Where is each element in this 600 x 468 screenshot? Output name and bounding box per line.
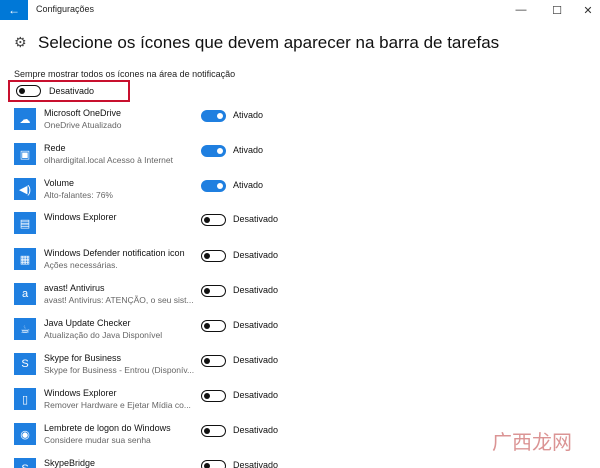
- item-desc: Alto-falantes: 76%: [44, 190, 113, 200]
- item-name: Volume: [44, 178, 75, 188]
- item-desc: Considere mudar sua senha: [44, 435, 151, 445]
- item-state: Desativado: [233, 460, 279, 468]
- item-toggle[interactable]: [201, 355, 226, 367]
- item-toggle[interactable]: [201, 320, 226, 332]
- minimize-icon[interactable]: —: [506, 0, 536, 20]
- item-name: Windows Explorer: [44, 212, 117, 222]
- item-toggle[interactable]: [201, 180, 226, 192]
- logon-reminder-icon: ◉: [14, 423, 36, 445]
- always-show-toggle[interactable]: [16, 85, 41, 97]
- item-name: Lembrete de logon do Windows: [44, 423, 171, 433]
- item-desc: olhardigital.local Acesso à Internet: [44, 155, 173, 165]
- item-state: Desativado: [233, 390, 279, 400]
- item-name: Rede: [44, 143, 66, 153]
- gear-icon: ⚙: [14, 34, 27, 50]
- list-item: a avast! Antivirus avast! Antivirus: ATE…: [14, 283, 574, 317]
- item-desc: Skype for Business - Entrou (Disponív...: [44, 365, 194, 375]
- item-toggle[interactable]: [201, 250, 226, 262]
- toggle-knob: [204, 427, 210, 434]
- item-desc: avast! Antivirus: ATENÇÃO, o seu sist...: [44, 295, 194, 305]
- item-state: Ativado: [233, 180, 264, 190]
- toggle-knob: [204, 357, 210, 364]
- toggle-knob: [204, 462, 210, 468]
- list-item: ▤ Windows Explorer Desativado: [14, 212, 574, 246]
- list-item: ◉ Lembrete de logon do Windows Considere…: [14, 423, 574, 457]
- list-item: ☁ Microsoft OneDrive OneDrive Atualizado…: [14, 108, 574, 142]
- item-name: Windows Defender notification icon: [44, 248, 185, 258]
- item-toggle[interactable]: [201, 425, 226, 437]
- always-show-toggle-highlight: Desativado: [8, 80, 130, 102]
- item-desc: Remover Hardware e Ejetar Mídia co...: [44, 400, 191, 410]
- list-item: ▣ Rede olhardigital.local Acesso à Inter…: [14, 143, 574, 177]
- item-name: Java Update Checker: [44, 318, 131, 328]
- item-state: Ativado: [233, 110, 264, 120]
- toggle-knob: [204, 392, 210, 399]
- page-title: Selecione os ícones que devem aparecer n…: [38, 33, 500, 52]
- network-icon: ▣: [14, 143, 36, 165]
- back-arrow-icon[interactable]: ←: [0, 0, 28, 20]
- item-name: SkypeBridge: [44, 458, 96, 468]
- item-toggle[interactable]: [201, 285, 226, 297]
- java-icon: ☕: [14, 318, 36, 340]
- toggle-knob: [217, 112, 223, 119]
- item-state: Desativado: [233, 285, 279, 295]
- always-show-state: Desativado: [49, 86, 95, 96]
- window-title: Configurações: [36, 4, 95, 14]
- always-show-label: Sempre mostrar todos os ícones na área d…: [14, 69, 236, 79]
- item-desc: Atualização do Java Disponível: [44, 330, 163, 340]
- list-item: ▯ Windows Explorer Remover Hardware e Ej…: [14, 388, 574, 422]
- item-name: Skype for Business: [44, 353, 122, 363]
- list-item: ☕ Java Update Checker Atualização do Jav…: [14, 318, 574, 352]
- list-item: ▦ Windows Defender notification icon Açõ…: [14, 248, 574, 282]
- item-toggle[interactable]: [201, 460, 226, 468]
- onedrive-icon: ☁: [14, 108, 36, 130]
- list-item: S SkypeBridge Desativado: [14, 458, 574, 468]
- list-item: ◀) Volume Alto-falantes: 76% Ativado: [14, 178, 574, 212]
- skype-bridge-icon: S: [14, 458, 36, 468]
- close-icon[interactable]: ✕: [573, 0, 600, 20]
- item-state: Desativado: [233, 425, 279, 435]
- title-bar: ← Configurações — ☐ ✕: [0, 0, 600, 20]
- item-toggle[interactable]: [201, 110, 226, 122]
- item-desc: Ações necessárias.: [44, 260, 118, 270]
- toggle-knob: [19, 87, 25, 94]
- toggle-knob: [204, 287, 210, 294]
- list-item: S Skype for Business Skype for Business …: [14, 353, 574, 387]
- item-state: Desativado: [233, 214, 279, 224]
- toggle-knob: [217, 182, 223, 189]
- maximize-icon[interactable]: ☐: [542, 0, 572, 20]
- item-state: Desativado: [233, 250, 279, 260]
- toggle-knob: [204, 216, 210, 223]
- item-desc: OneDrive Atualizado: [44, 120, 122, 130]
- item-toggle[interactable]: [201, 214, 226, 226]
- toggle-knob: [217, 147, 223, 154]
- windows-defender-icon: ▦: [14, 248, 36, 270]
- item-name: Microsoft OneDrive: [44, 108, 122, 118]
- skype-icon: S: [14, 353, 36, 375]
- item-name: avast! Antivirus: [44, 283, 105, 293]
- watermark: 广西龙网: [492, 430, 572, 454]
- item-name: Windows Explorer: [44, 388, 117, 398]
- item-state: Desativado: [233, 355, 279, 365]
- item-toggle[interactable]: [201, 390, 226, 402]
- windows-explorer-icon: ▤: [14, 212, 36, 234]
- volume-icon: ◀): [14, 178, 36, 200]
- avast-icon: a: [14, 283, 36, 305]
- item-state: Desativado: [233, 320, 279, 330]
- item-toggle[interactable]: [201, 145, 226, 157]
- toggle-knob: [204, 252, 210, 259]
- usb-drive-icon: ▯: [14, 388, 36, 410]
- toggle-knob: [204, 322, 210, 329]
- item-state: Ativado: [233, 145, 264, 155]
